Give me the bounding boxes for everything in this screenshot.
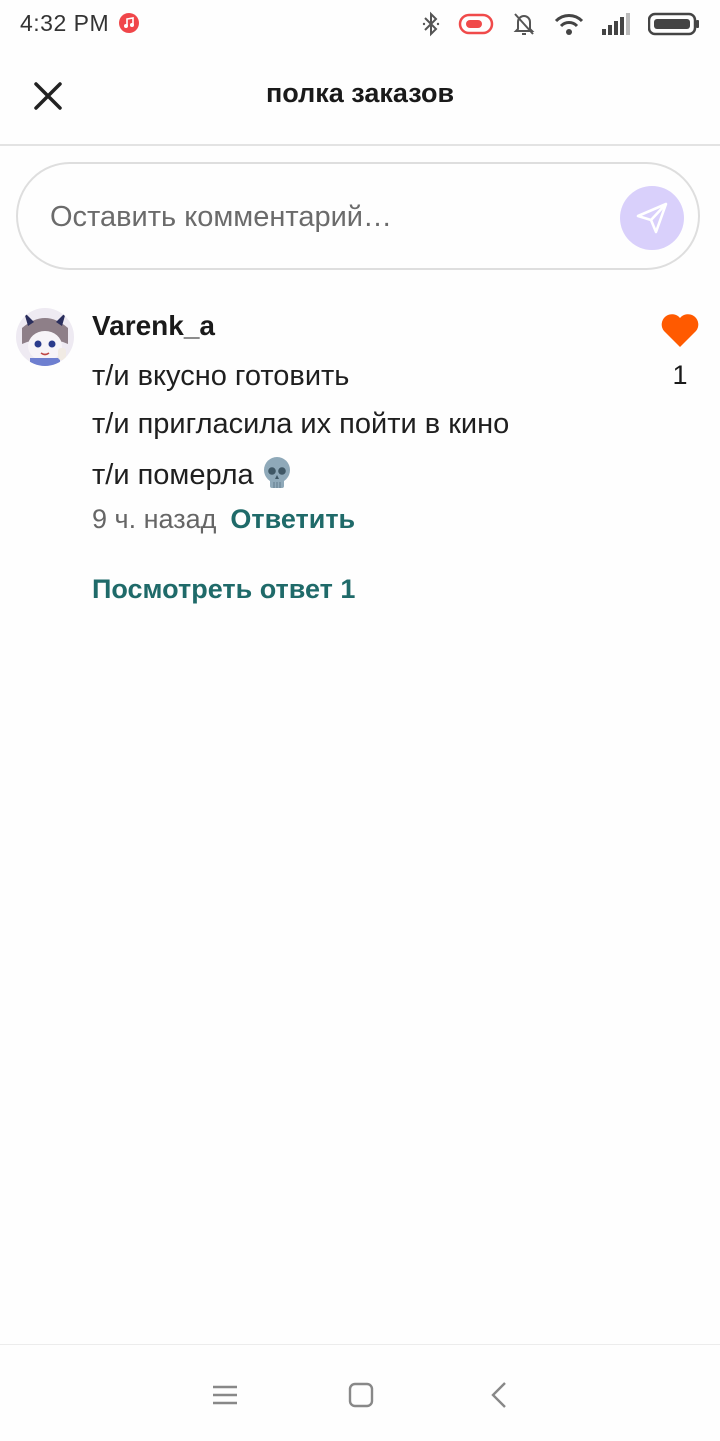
menu-icon[interactable] [205,1375,245,1415]
status-bar: 4:32 PM [0,0,720,48]
comment-box[interactable] [16,162,700,270]
back-icon[interactable] [480,1375,520,1415]
mute-icon [513,13,535,35]
comment-text-line: т/и вкусно готовить [92,360,350,392]
menu-button[interactable] [205,1375,245,1415]
comment-time: 9 ч. назад [92,504,217,534]
music-icon [119,13,139,33]
skull-icon [262,456,292,498]
comment-input[interactable] [48,192,612,242]
send-button[interactable] [620,186,684,250]
status-icons [422,10,700,38]
reply-button[interactable]: Ответить [230,504,355,534]
comment-author[interactable]: Varenk_a [92,310,215,342]
home-button[interactable] [341,1375,381,1415]
header: полка заказов [0,48,720,146]
avatar[interactable] [16,308,74,366]
alarm-icon [458,13,494,35]
heart-icon[interactable] [660,312,700,348]
comment-text: т/и померла [92,459,254,491]
navigation-bar [0,1344,720,1441]
comment-meta: 9 ч. назад Ответить [92,504,355,535]
battery-icon [648,12,699,36]
bluetooth-icon [422,11,440,37]
status-time: 4:32 PM [20,10,110,36]
signal-icon [602,13,630,35]
view-replies-button[interactable]: Посмотреть ответ 1 [92,574,355,605]
wifi-icon [554,14,584,35]
page-title: полка заказов [265,78,455,108]
send-icon[interactable] [634,200,670,236]
like-count: 1 [672,360,688,390]
comment-text-line: т/и померла [92,456,292,498]
like-button[interactable] [660,312,700,348]
back-button[interactable] [480,1375,520,1415]
home-icon[interactable] [341,1375,381,1415]
comment-text-line: т/и пригласила их пойти в кино [92,408,510,440]
